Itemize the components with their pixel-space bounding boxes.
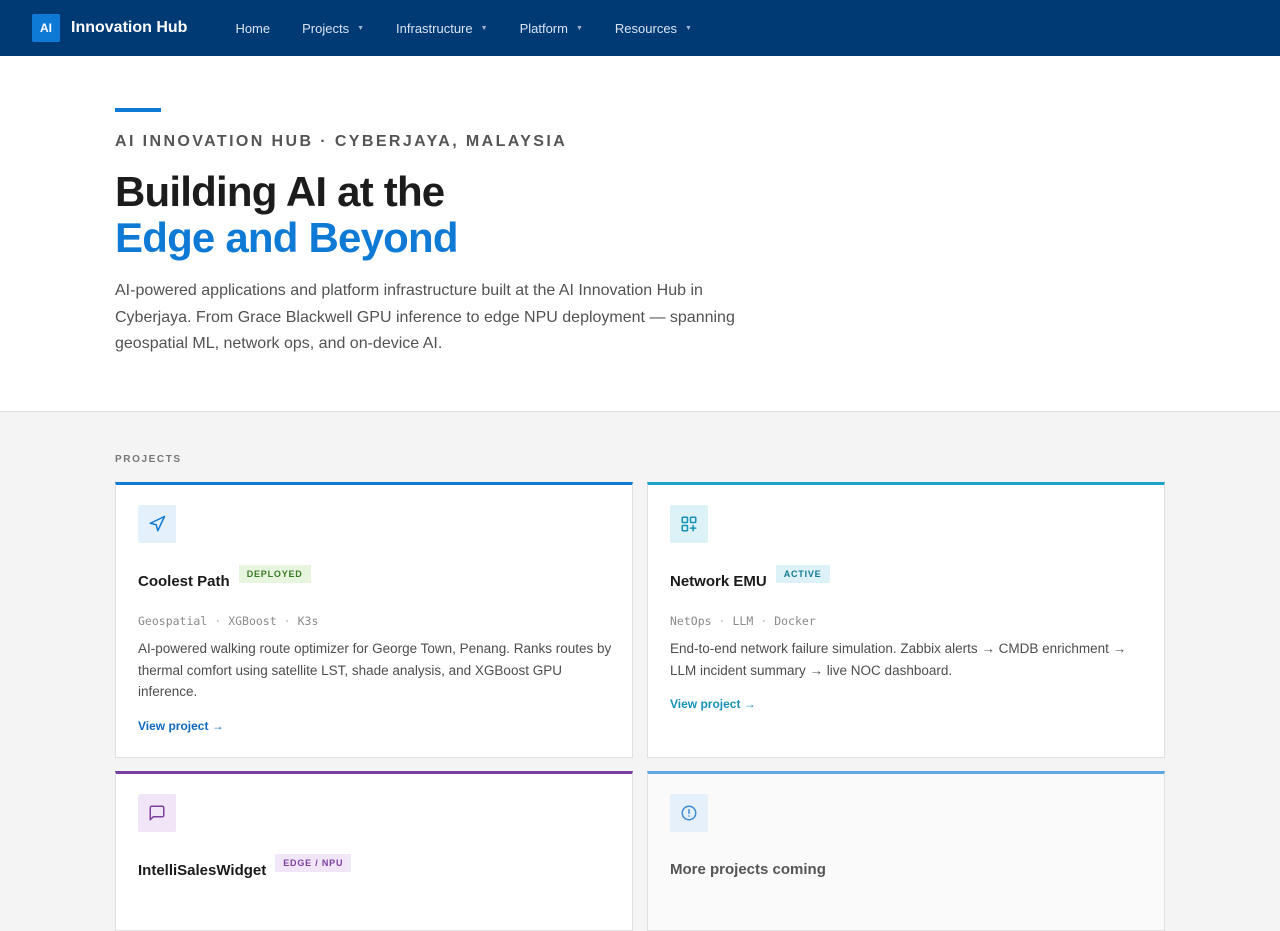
hero-section: AI Innovation Hub · Cyberjaya, Malaysia …: [0, 56, 1280, 412]
card-tags: NetOps · LLM · Docker: [670, 614, 816, 628]
card-title: IntelliSalesWidget: [138, 861, 267, 879]
nav-item-resources[interactable]: Resources ▼: [599, 0, 708, 56]
card-title: More projects coming: [670, 861, 826, 878]
card-title-row: More projects coming: [670, 861, 826, 878]
tag: Geospatial: [138, 614, 208, 628]
hero-title-line2: Edge and Beyond: [115, 214, 459, 261]
tag: NetOps: [670, 614, 712, 628]
hero-eyebrow: AI Innovation Hub · Cyberjaya, Malaysia: [115, 133, 568, 150]
tag: LLM: [732, 614, 754, 628]
caret-down-icon: ▼: [480, 24, 488, 32]
nav-item-platform[interactable]: Platform ▼: [504, 0, 599, 56]
card-title: Coolest Path: [138, 572, 230, 590]
view-project-link[interactable]: View project →: [670, 697, 756, 711]
nav-item-home[interactable]: Home: [219, 0, 286, 56]
status-badge: ACTIVE: [775, 565, 830, 583]
caret-down-icon: ▼: [575, 24, 583, 32]
caret-down-icon: ▼: [685, 24, 692, 32]
view-project-link[interactable]: View project →: [138, 719, 224, 733]
brand[interactable]: AI Innovation Hub: [32, 14, 187, 42]
hero-title-line1: Building AI at the: [115, 168, 445, 215]
tag: K3s: [297, 614, 319, 628]
project-card-coolest-path[interactable]: Coolest Path DEPLOYED Geospatial · XGBoost…: [115, 482, 633, 758]
card-title: Network EMU: [670, 572, 767, 590]
info-circle-icon: [670, 794, 708, 832]
nav-item-label: Projects: [302, 20, 350, 36]
network-grid-icon: [670, 505, 708, 543]
section-label-projects: PROJECTS: [115, 454, 182, 465]
project-card-intellisaleswidget[interactable]: IntelliSalesWidget EDGE / NPU: [115, 771, 633, 931]
card-tags: Geospatial · XGBoost · K3s: [138, 614, 319, 628]
hero-title: Building AI at the Edge and Beyond: [115, 168, 459, 261]
project-card-coming-soon: More projects coming: [647, 771, 1165, 931]
status-badge: DEPLOYED: [238, 565, 311, 583]
project-card-network-emu[interactable]: Network EMU ACTIVE NetOps · LLM · Docker End…: [647, 482, 1165, 758]
nav-item-projects[interactable]: Projects ▼: [286, 0, 380, 56]
caret-down-icon: ▼: [357, 24, 365, 32]
chat-bubble-icon: [138, 794, 176, 832]
tag: XGBoost: [228, 614, 277, 628]
nav-item-label: Home: [235, 20, 271, 36]
hero-lead: AI-powered applications and platform inf…: [115, 282, 735, 352]
card-title-row: IntelliSalesWidget EDGE / NPU: [138, 854, 352, 879]
nav-menu: Home Projects ▼ Infrastructure ▼ Platfor…: [219, 0, 708, 56]
card-description: AI-powered walking route optimizer for G…: [138, 641, 612, 699]
card-title-row: Network EMU ACTIVE: [670, 565, 830, 590]
nav-item-label: Resources: [614, 20, 678, 36]
nav-item-label: Infrastructure: [396, 20, 473, 36]
card-description: End-to-end network failure simulation. Z…: [670, 641, 1127, 678]
navigation-arrow-icon: [138, 505, 176, 543]
brand-logo: AI: [32, 14, 60, 42]
tag: Docker: [774, 614, 816, 628]
status-badge: EDGE / NPU: [275, 854, 352, 872]
hero-accent-bar: [115, 108, 161, 112]
card-title-row: Coolest Path DEPLOYED: [138, 565, 311, 590]
nav-item-infrastructure[interactable]: Infrastructure ▼: [380, 0, 504, 56]
nav-item-label: Platform: [519, 20, 568, 36]
top-navbar: AI Innovation Hub Home Projects ▼ Infras…: [0, 0, 1280, 56]
brand-name: Innovation Hub: [71, 19, 188, 36]
